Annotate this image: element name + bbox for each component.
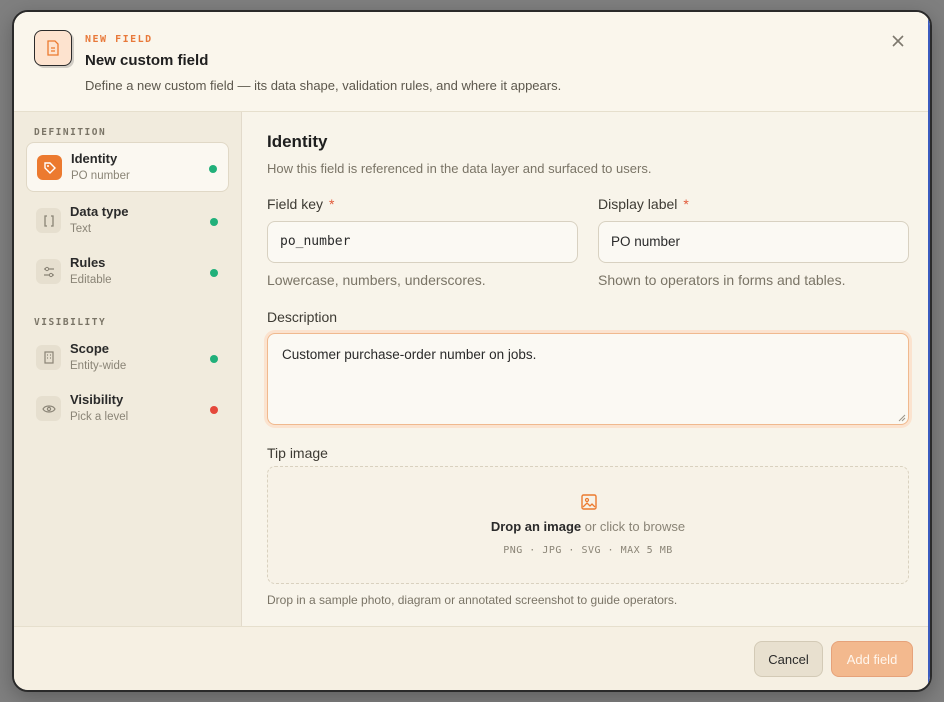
field-key-label-text: Field key [267, 196, 324, 212]
dialog-footer: Cancel Add field [14, 626, 930, 690]
sidebar-item-sub: Entity-wide [70, 360, 127, 372]
sidebar-item-data-type[interactable]: Data type Text [26, 196, 229, 246]
dropzone-text-bold: Drop an image [490, 519, 582, 534]
tag-icon [37, 155, 62, 180]
cancel-button[interactable]: Cancel [754, 641, 823, 677]
building-icon [36, 345, 61, 370]
dropzone-text-rest: or click to browse [581, 519, 686, 534]
sidebar: DEFINITION Identity PO number Data type … [14, 112, 242, 628]
section-label-definition: DEFINITION [34, 127, 107, 138]
status-dot-complete [210, 355, 218, 363]
section-heading: Identity [267, 132, 328, 151]
sidebar-item-label: Identity [71, 151, 118, 166]
image-icon [581, 494, 597, 510]
dropzone-formats: PNG · JPG · SVG · MAX 5 MB [503, 545, 673, 556]
display-label-hint: Shown to operators in forms and tables. [598, 272, 846, 288]
sidebar-item-identity[interactable]: Identity PO number [26, 142, 229, 192]
display-label-input[interactable]: PO number [598, 221, 909, 263]
sidebar-item-sub: Text [70, 223, 92, 235]
sidebar-item-label: Data type [70, 204, 129, 219]
section-description: How this field is referenced in the data… [267, 161, 652, 176]
sliders-icon [36, 259, 61, 284]
main-panel: Identity How this field is referenced in… [243, 112, 930, 628]
sidebar-item-visibility[interactable]: Visibility Pick a level [26, 384, 229, 434]
new-field-dialog: NEW FIELD New custom field Define a new … [12, 10, 932, 692]
image-dropzone[interactable]: Drop an image or click to browse PNG · J… [267, 466, 909, 584]
required-marker: * [329, 196, 335, 212]
document-icon [34, 30, 72, 66]
sidebar-item-label: Visibility [70, 392, 124, 407]
dialog-subtitle: Define a new custom field — its data sha… [85, 78, 562, 93]
section-label-visibility: VISIBILITY [34, 317, 107, 328]
description-label: Description [267, 309, 338, 325]
description-textarea[interactable]: Customer purchase-order number on jobs. [267, 333, 909, 425]
status-dot-complete [210, 269, 218, 277]
display-label-label-text: Display label [598, 196, 678, 212]
tip-image-hint: Drop in a sample photo, diagram or annot… [267, 593, 678, 607]
eye-icon [36, 396, 61, 421]
sidebar-item-label: Scope [70, 341, 110, 356]
sidebar-item-scope[interactable]: Scope Entity-wide [26, 333, 229, 383]
brackets-icon [36, 208, 61, 233]
display-label-label: Display label * [598, 196, 689, 212]
sidebar-item-sub: Editable [70, 274, 112, 286]
field-key-label: Field key * [267, 196, 334, 212]
field-key-hint: Lowercase, numbers, underscores. [267, 272, 486, 288]
resize-handle[interactable] [898, 414, 906, 422]
dropzone-text: Drop an image or click to browse [268, 519, 908, 534]
required-marker: * [683, 196, 689, 212]
sidebar-item-rules[interactable]: Rules Editable [26, 247, 229, 297]
field-key-input[interactable]: po_number [267, 221, 578, 263]
dialog-header: NEW FIELD New custom field Define a new … [14, 12, 930, 112]
status-dot-incomplete [210, 406, 218, 414]
status-dot-complete [210, 218, 218, 226]
add-field-button[interactable]: Add field [831, 641, 913, 677]
sidebar-item-label: Rules [70, 255, 106, 270]
description-value: Customer purchase-order number on jobs. [282, 347, 537, 362]
close-icon[interactable] [890, 34, 906, 50]
dialog-title: New custom field [85, 52, 209, 69]
status-dot-complete [209, 165, 217, 173]
tip-image-label: Tip image [267, 445, 328, 461]
sidebar-item-sub: PO number [71, 170, 130, 182]
dialog-eyebrow: NEW FIELD [85, 34, 153, 45]
sidebar-item-sub: Pick a level [70, 411, 129, 423]
